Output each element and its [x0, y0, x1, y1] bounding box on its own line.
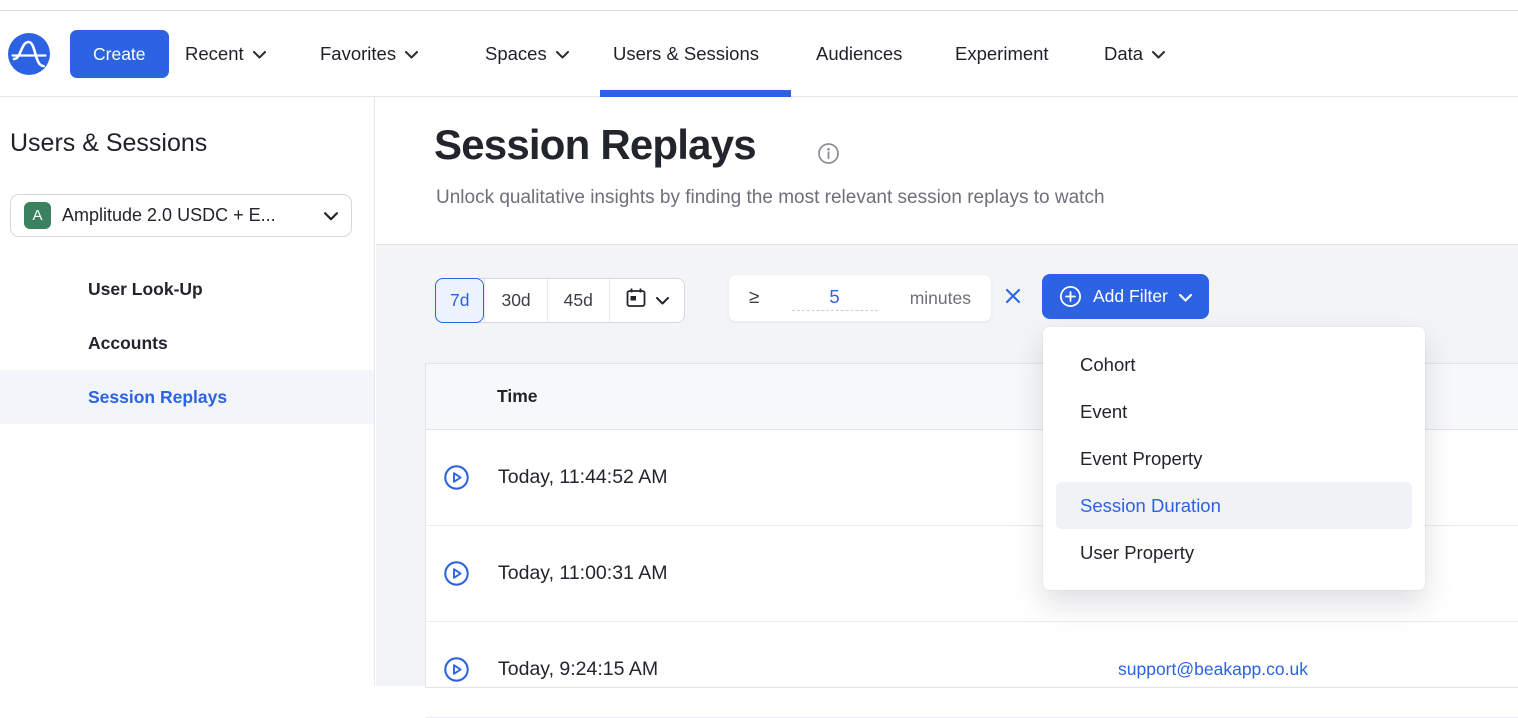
sidebar: Users & Sessions A Amplitude 2.0 USDC + … — [0, 97, 375, 686]
title-section: Session Replays Unlock qualitative insig… — [376, 97, 1518, 245]
chevron-down-icon — [1179, 294, 1192, 302]
custom-date-range-button[interactable] — [609, 279, 684, 322]
sidebar-item-session-replays[interactable]: Session Replays — [0, 370, 374, 424]
active-tab-underline — [600, 90, 791, 97]
sidebar-heading: Users & Sessions — [10, 129, 207, 158]
date-range-control: 7d 30d 45d — [435, 278, 685, 323]
calendar-icon — [625, 287, 647, 314]
plus-circle-icon — [1059, 285, 1082, 308]
nav-item-experiment[interactable]: Experiment — [955, 11, 1049, 96]
duration-unit-label: minutes — [910, 288, 971, 309]
column-header-time: Time — [497, 386, 538, 407]
sidebar-item-accounts[interactable]: Accounts — [0, 316, 374, 370]
play-icon[interactable] — [443, 656, 470, 683]
table-row[interactable]: Today, 9:24:15 AM support@beakapp.co.uk — [426, 622, 1518, 718]
project-badge: A — [24, 202, 51, 229]
nav-item-favorites[interactable]: Favorites — [320, 11, 418, 96]
page-subtitle: Unlock qualitative insights by finding t… — [436, 187, 1105, 209]
menu-item-user-property[interactable]: User Property — [1056, 529, 1412, 576]
session-time: Today, 11:44:52 AM — [498, 466, 667, 489]
play-icon[interactable] — [443, 464, 470, 491]
chevron-down-icon — [1152, 51, 1165, 59]
session-time: Today, 9:24:15 AM — [498, 658, 658, 681]
menu-item-event-property[interactable]: Event Property — [1056, 435, 1412, 482]
nav-item-spaces[interactable]: Spaces — [485, 11, 569, 96]
play-icon[interactable] — [443, 560, 470, 587]
project-selector[interactable]: A Amplitude 2.0 USDC + E... — [10, 194, 352, 237]
user-email-link[interactable]: support@beakapp.co.uk — [1118, 659, 1308, 680]
duration-value-input[interactable]: 5 — [792, 286, 878, 311]
date-range-7d-button[interactable]: 7d — [435, 278, 484, 323]
nav-item-users-sessions[interactable]: Users & Sessions — [613, 11, 759, 96]
date-range-30d-button[interactable]: 30d — [484, 279, 546, 322]
session-time: Today, 11:00:31 AM — [498, 562, 667, 585]
nav-item-recent[interactable]: Recent — [185, 11, 266, 96]
chevron-down-icon — [405, 51, 418, 59]
chevron-down-icon — [253, 51, 266, 59]
remove-filter-button[interactable] — [1003, 286, 1025, 308]
sidebar-item-user-look-up[interactable]: User Look-Up — [0, 262, 374, 316]
nav-item-audiences[interactable]: Audiences — [816, 11, 902, 96]
chevron-down-icon — [656, 297, 669, 305]
project-name: Amplitude 2.0 USDC + E... — [62, 205, 313, 226]
create-button[interactable]: Create — [70, 30, 169, 78]
menu-item-cohort[interactable]: Cohort — [1056, 341, 1412, 388]
chevron-down-icon — [556, 51, 569, 59]
add-filter-button[interactable]: Add Filter — [1042, 274, 1209, 319]
add-filter-dropdown-menu: Cohort Event Event Property Session Dura… — [1043, 327, 1425, 590]
duration-operator[interactable]: ≥ — [749, 287, 759, 309]
top-navbar: Create Recent Favorites Spaces Users & S… — [0, 11, 1518, 97]
page-title: Session Replays — [434, 121, 756, 169]
date-range-45d-button[interactable]: 45d — [547, 279, 609, 322]
menu-item-session-duration[interactable]: Session Duration — [1056, 482, 1412, 529]
session-duration-filter-chip: ≥ 5 minutes — [728, 274, 992, 322]
close-icon — [1003, 286, 1023, 308]
chevron-down-icon — [324, 212, 338, 221]
nav-item-data[interactable]: Data — [1104, 11, 1165, 96]
info-icon[interactable] — [817, 142, 840, 170]
amplitude-logo-icon[interactable] — [7, 32, 51, 76]
menu-item-event[interactable]: Event — [1056, 388, 1412, 435]
